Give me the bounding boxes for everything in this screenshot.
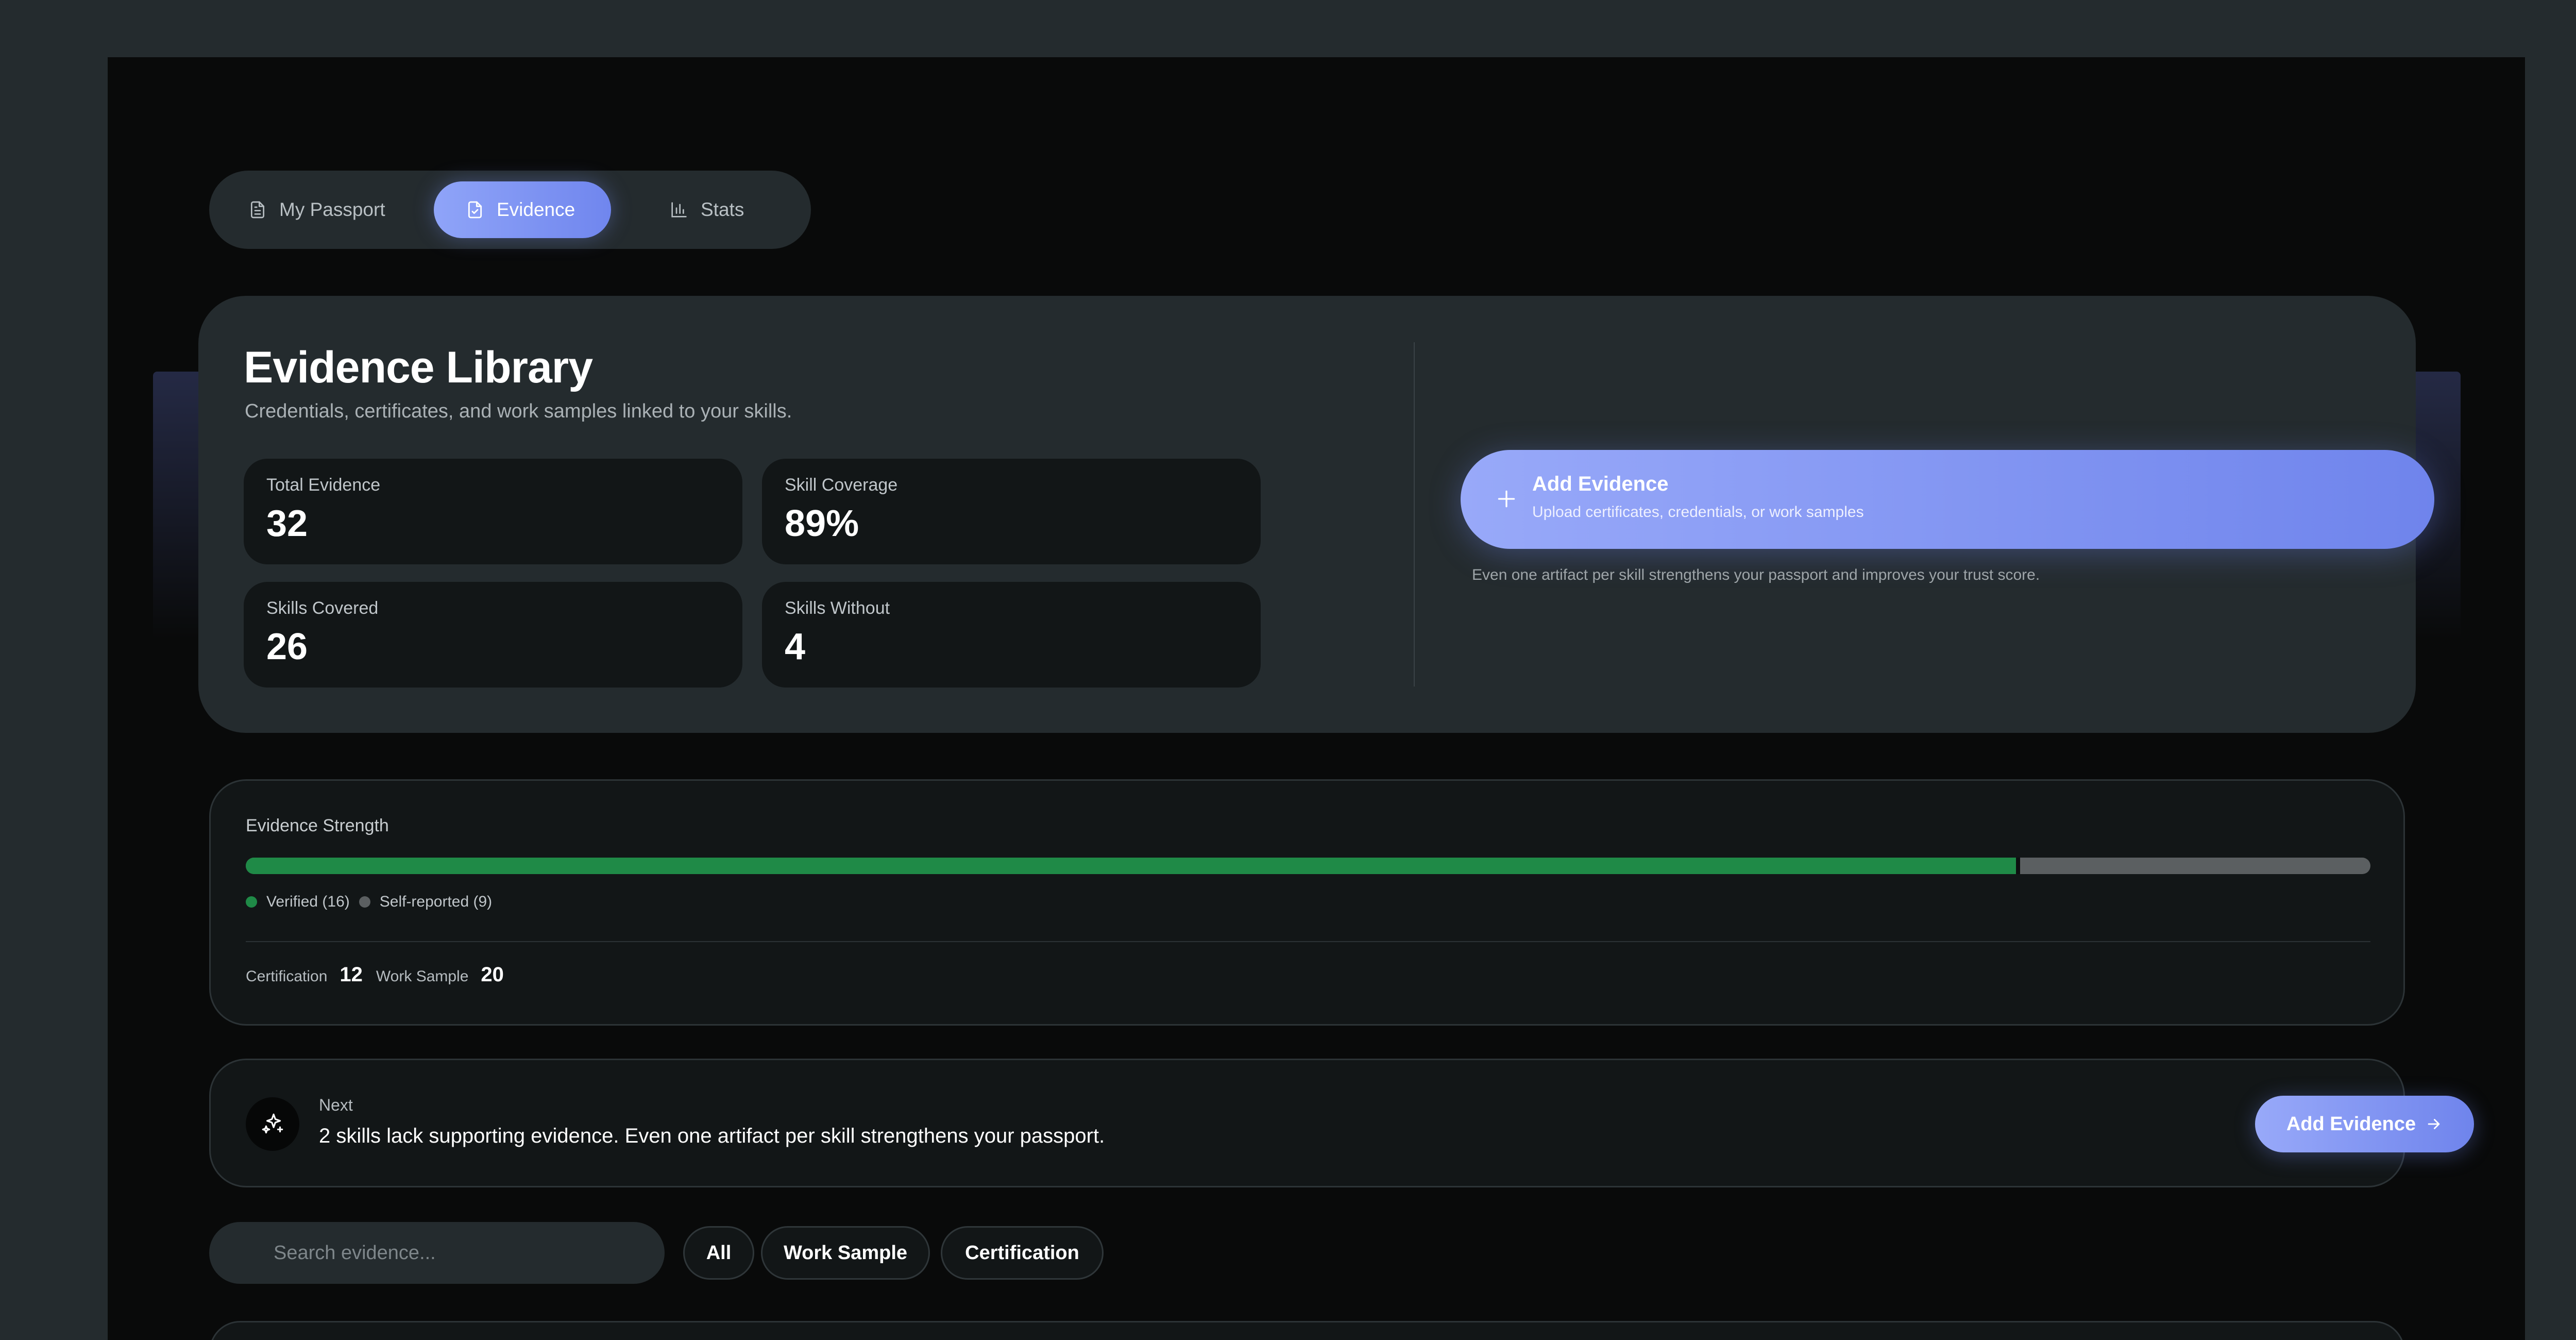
stat-value: 89% <box>785 503 859 544</box>
stat-value: 4 <box>785 626 806 667</box>
filter-certification[interactable]: Certification <box>941 1226 1104 1280</box>
arrow-right-icon <box>2428 1119 2440 1129</box>
plus-icon <box>1498 490 1515 508</box>
evidence-summary-card: Evidence Library Credentials, certificat… <box>198 296 2434 733</box>
stat-label: Skills Covered <box>266 598 379 618</box>
divider <box>246 941 2370 942</box>
tab-label: Stats <box>701 199 744 220</box>
stat-total-evidence: Total Evidence 32 <box>244 459 742 564</box>
stat-label: Total Evidence <box>266 475 381 495</box>
page-title: Evidence Library <box>244 343 593 392</box>
evidence-list <box>209 1321 2405 1340</box>
sparkles-icon <box>246 1097 299 1151</box>
document-check-icon <box>468 201 482 219</box>
filter-work-sample[interactable]: Work Sample <box>761 1226 930 1280</box>
verified-dot-icon <box>246 896 257 908</box>
stat-skills-covered: Skills Covered 26 <box>244 582 742 688</box>
tab-stats[interactable]: Stats <box>621 181 796 238</box>
add-evidence-subtitle: Upload certificates, credentials, or wor… <box>1532 504 1864 521</box>
page-subtitle: Credentials, certificates, and work samp… <box>245 400 792 422</box>
legend-verified: Verified (16) <box>266 893 350 910</box>
next-message: 2 skills lack supporting evidence. Even … <box>319 1125 1105 1147</box>
tab-evidence[interactable]: Evidence <box>434 181 611 238</box>
strength-legend: Verified (16) Self-reported (9) <box>246 893 492 911</box>
strength-title: Evidence Strength <box>246 816 389 835</box>
tab-label: My Passport <box>279 199 385 220</box>
next-step-card: Next 2 skills lack supporting evidence. … <box>209 1059 2474 1187</box>
strength-bar-verified <box>246 858 2020 874</box>
strength-bar <box>246 858 2370 874</box>
add-evidence-hint: Even one artifact per skill strengthens … <box>1472 566 2040 583</box>
stat-value: 32 <box>266 503 308 544</box>
bar-chart-icon <box>671 202 687 217</box>
search-input[interactable] <box>209 1222 665 1284</box>
next-label: Next <box>319 1096 353 1114</box>
tab-label: Evidence <box>497 199 575 220</box>
type-value-certification: 12 <box>340 963 363 986</box>
stat-skills-without: Skills Without 4 <box>762 582 1261 688</box>
add-evidence-button[interactable]: Add Evidence Upload certificates, creden… <box>1461 450 2434 549</box>
add-evidence-title: Add Evidence <box>1532 473 1669 495</box>
filter-all[interactable]: All <box>683 1226 754 1280</box>
type-label-certification: Certification <box>246 968 328 985</box>
stat-value: 26 <box>266 626 308 667</box>
app-frame: My Passport Evidence Stats Evidence Libr… <box>108 57 2525 1340</box>
self-reported-dot-icon <box>359 896 370 908</box>
document-icon <box>251 201 264 219</box>
type-label-work-sample: Work Sample <box>376 968 469 985</box>
legend-self-reported: Self-reported (9) <box>379 893 493 910</box>
add-evidence-cta-button[interactable]: Add Evidence <box>2255 1096 2474 1152</box>
stat-skill-coverage: Skill Coverage 89% <box>762 459 1261 564</box>
divider <box>1414 342 1415 686</box>
stat-label: Skills Without <box>785 598 890 618</box>
tab-my-passport[interactable]: My Passport <box>209 181 426 238</box>
evidence-strength-card: Evidence Strength Verified (16) Self-rep… <box>209 779 2405 1026</box>
type-value-work-sample: 20 <box>481 963 504 986</box>
button-label: Add Evidence <box>2286 1113 2416 1135</box>
tab-bar: My Passport Evidence Stats <box>209 171 811 249</box>
evidence-type-counts: Certification 12 Work Sample 20 <box>246 963 517 986</box>
stat-label: Skill Coverage <box>785 475 898 495</box>
